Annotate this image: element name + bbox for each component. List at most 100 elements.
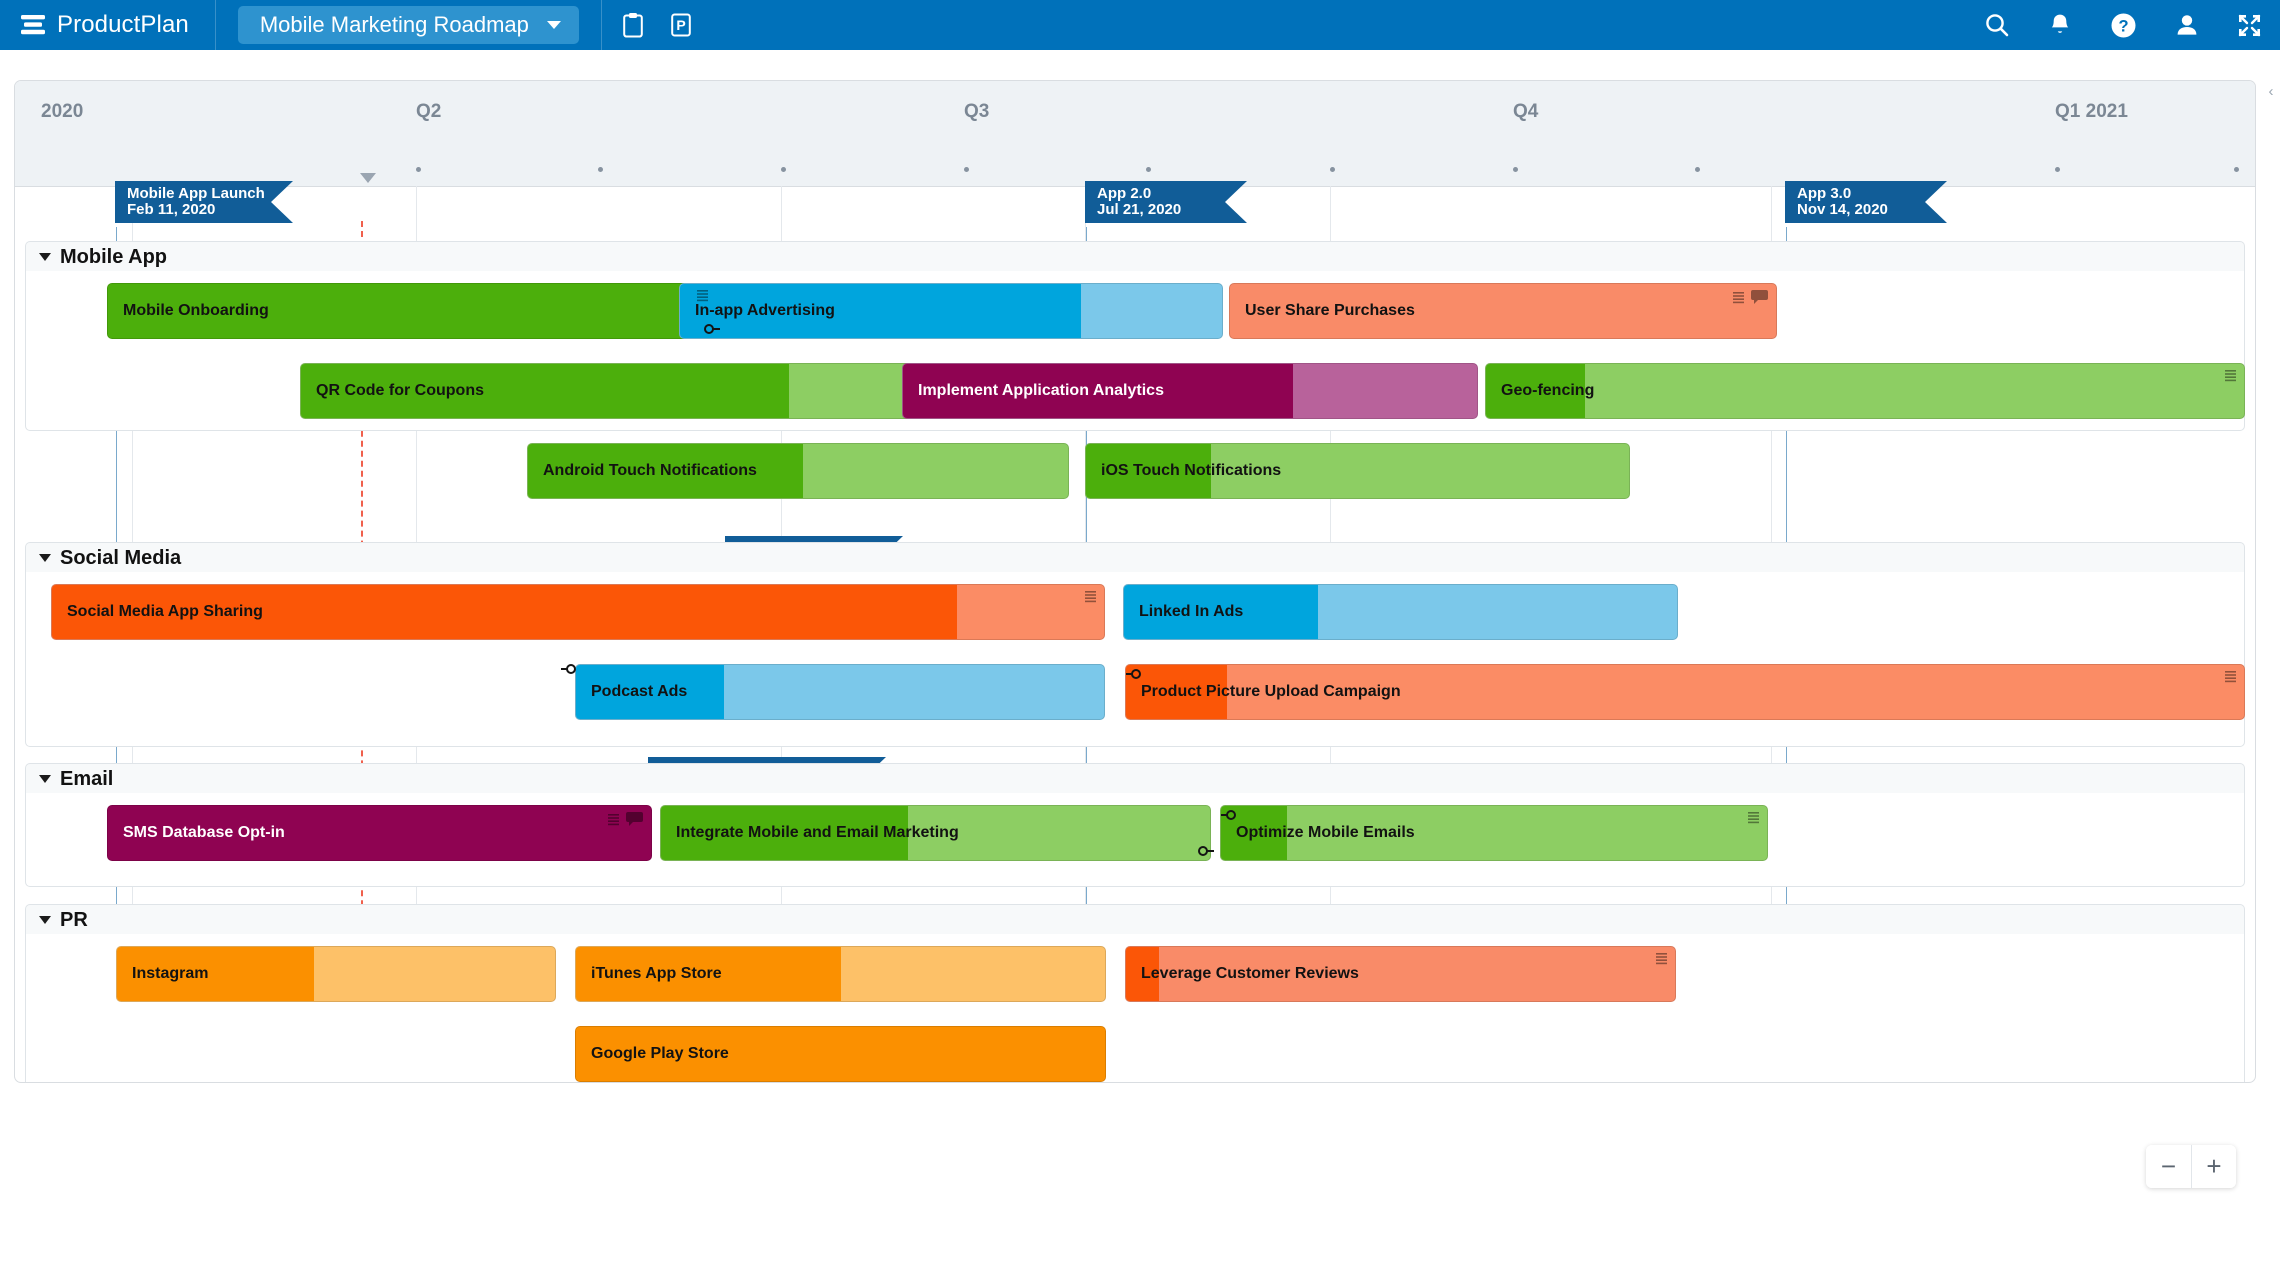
user-account-icon[interactable] — [2175, 12, 2199, 38]
bar-body — [660, 805, 1211, 861]
roadmap-bar[interactable]: User Share Purchases — [1229, 283, 1777, 339]
search-icon[interactable] — [1984, 12, 2010, 38]
roadmap-bar[interactable]: Product Picture Upload Campaign — [1125, 664, 2245, 720]
timeline-period-label: 2020 — [41, 101, 84, 122]
roadmap-bar[interactable]: iOS Touch Notifications — [1085, 443, 1630, 499]
milestone-flag[interactable]: App 2.0 Jul 21, 2020 — [1085, 181, 1247, 223]
bar-progress-fill — [1124, 585, 1318, 639]
notifications-bell-icon[interactable] — [2048, 12, 2072, 38]
bar-progress-fill — [576, 1027, 1105, 1081]
bar-progress-fill — [576, 947, 841, 1001]
bar-progress-fill — [661, 806, 909, 860]
presentation-icon[interactable]: P — [670, 12, 692, 38]
bar-progress-fill — [117, 947, 315, 1001]
timeline-header — [15, 81, 2255, 187]
notes-icon[interactable] — [608, 813, 619, 826]
lane-header-email[interactable]: Email — [25, 763, 2245, 794]
chevron-down-icon — [39, 916, 51, 924]
notes-icon[interactable] — [1733, 291, 1744, 304]
roadmap-bar[interactable]: Integrate Mobile and Email Marketing — [660, 805, 1214, 861]
timeline-period-label: Q1 2021 — [2055, 101, 2128, 122]
today-marker-arrow — [360, 173, 376, 183]
bar-body — [1220, 805, 1768, 861]
roadmap-bar[interactable]: QR Code for Coupons — [300, 363, 920, 419]
bar-body — [107, 805, 652, 861]
notes-icon[interactable] — [1085, 590, 1096, 603]
milestone-title: App 3.0 — [1797, 185, 1852, 202]
roadmap-bar[interactable]: Mobile Onboarding — [107, 283, 720, 339]
roadmap-bar[interactable]: iTunes App Store — [575, 946, 1106, 1002]
milestone-flag[interactable]: Mobile App Launch Feb 11, 2020 — [115, 181, 293, 223]
document-title-dropdown[interactable]: Mobile Marketing Roadmap — [237, 6, 579, 44]
zoom-in-button[interactable]: + — [2191, 1145, 2236, 1188]
milestone-date: Feb 11, 2020 — [127, 201, 216, 218]
roadmap-bar[interactable]: Social Media App Sharing — [51, 584, 1105, 640]
bar-body — [1485, 363, 2245, 419]
lane-name-label: Mobile App — [60, 245, 168, 268]
dependency-connector-left-icon[interactable] — [561, 662, 583, 676]
timeline-tick-dot — [1695, 167, 1700, 172]
fullscreen-expand-icon[interactable] — [2237, 13, 2262, 38]
topbar-tool-icons: P — [602, 0, 718, 50]
roadmap-bar[interactable]: Optimize Mobile Emails — [1220, 805, 1768, 861]
timeline-tick-dot — [598, 167, 603, 172]
zoom-out-button[interactable]: − — [2146, 1145, 2191, 1188]
timeline-period-label: Q4 — [1513, 101, 1539, 122]
roadmap-bar[interactable]: Leverage Customer Reviews — [1125, 946, 1676, 1002]
timeline-tick-dot — [964, 167, 969, 172]
bar-progress-fill — [903, 364, 1294, 418]
lane-header-mobile-app[interactable]: Mobile App — [25, 241, 2245, 272]
comment-bubble-icon[interactable] — [626, 811, 643, 827]
roadmap-bar[interactable]: Podcast Ads — [561, 664, 1105, 720]
bar-body — [1085, 443, 1630, 499]
roadmap-bar[interactable]: SMS Database Opt-in — [107, 805, 652, 861]
sidebar-collapse-handle[interactable]: ‹ — [2264, 78, 2278, 104]
comment-bubble-icon[interactable] — [1751, 289, 1768, 305]
milestone-flag[interactable]: App 3.0 Nov 14, 2020 — [1785, 181, 1947, 223]
bar-body — [679, 283, 1223, 339]
dependency-connector-left-icon[interactable] — [1221, 808, 1243, 822]
bar-progress-fill — [528, 444, 804, 498]
lane-header-pr[interactable]: PR — [25, 904, 2245, 935]
milestone-title: App 2.0 — [1097, 185, 1152, 202]
timeline-tick-dot — [1330, 167, 1335, 172]
roadmap-bar[interactable]: Instagram — [116, 946, 556, 1002]
help-circle-icon[interactable]: ? — [2110, 12, 2137, 39]
roadmap-bar[interactable]: Google Play Store — [575, 1026, 1106, 1082]
bar-progress-fill — [1486, 364, 1585, 418]
notes-icon[interactable] — [1748, 811, 1759, 824]
bar-progress-fill — [576, 665, 724, 719]
bar-body — [1229, 283, 1777, 339]
bar-body — [902, 363, 1478, 419]
roadmap-bar[interactable]: Implement Application Analytics — [902, 363, 1478, 419]
chevron-down-icon — [39, 253, 51, 261]
svg-text:P: P — [676, 17, 685, 33]
lane-header-social-media[interactable]: Social Media — [25, 542, 2245, 573]
roadmap-bar[interactable]: Linked In Ads — [1123, 584, 1678, 640]
roadmap-bar[interactable]: Android Touch Notifications — [527, 443, 1069, 499]
clipboard-icon[interactable] — [622, 12, 644, 38]
brand-logo-area[interactable]: ProductPlan — [0, 0, 215, 50]
notes-icon[interactable] — [2225, 670, 2236, 683]
lane-name-label: Email — [60, 767, 114, 790]
notes-icon[interactable] — [2225, 369, 2236, 382]
top-navigation-bar: ProductPlan Mobile Marketing Roadmap P ? — [0, 0, 2280, 50]
notes-icon[interactable] — [1656, 952, 1667, 965]
bar-progress-fill — [108, 284, 716, 338]
brand-name: ProductPlan — [57, 11, 189, 38]
bar-body — [527, 443, 1069, 499]
timeline-period-label: Q2 — [416, 101, 442, 122]
timeline-period-label: Q3 — [964, 101, 990, 122]
notes-icon[interactable] — [697, 289, 708, 302]
bar-icon-group — [2225, 369, 2236, 382]
timeline-tick-dot — [1513, 167, 1518, 172]
dependency-connector-right-icon[interactable] — [1192, 844, 1214, 858]
dependency-connector-left-icon[interactable] — [1126, 667, 1148, 681]
roadmap-bar[interactable]: Geo-fencing — [1485, 363, 2245, 419]
roadmap-bar[interactable]: In-app Advertising — [679, 283, 1223, 339]
timeline-tick-dot — [781, 167, 786, 172]
roadmap-canvas: 2020 Q2 Q3 Q4 Q1 2021 Mobile App Launch Feb 11… — [0, 50, 2280, 1264]
topbar-divider-1 — [214, 0, 216, 50]
dependency-connector-right-icon[interactable] — [698, 322, 720, 336]
